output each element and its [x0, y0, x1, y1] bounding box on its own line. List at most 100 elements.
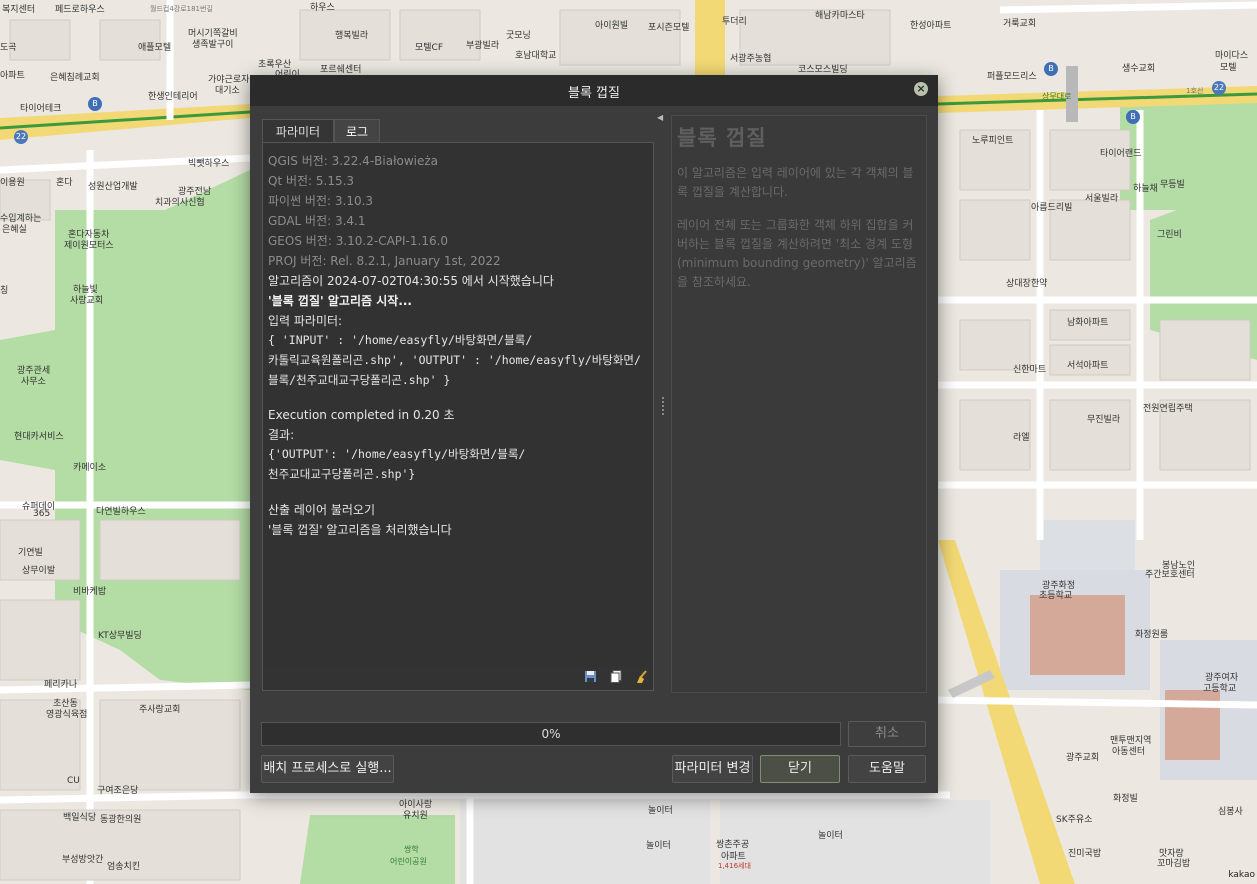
log-line: 천주교대교구당폴리곤.shp'}: [268, 467, 416, 481]
log-line: Execution completed in 0.20 초: [268, 408, 455, 422]
map-poi-label: 놀이터: [818, 831, 843, 841]
panel-splitter-handle[interactable]: [662, 397, 667, 415]
map-poi-label: 초등학교: [1039, 591, 1073, 601]
clear-log-icon[interactable]: [635, 670, 649, 685]
map-poi-label: 아이원빌: [595, 21, 629, 31]
map-poi-label: 복지센터: [2, 5, 36, 15]
map-poi-label: 남화아파트: [1067, 318, 1109, 328]
map-poi-label: 한성아파트: [910, 21, 952, 31]
log-line: '블록 껍질' 알고리즘 시작...: [268, 294, 412, 308]
map-poi-label: 고등학교: [1203, 684, 1237, 694]
help-button[interactable]: 도움말: [848, 755, 926, 783]
map-poi-label: 진미국밥: [1068, 849, 1102, 859]
bus-stop-icon[interactable]: B: [88, 97, 102, 111]
map-poi-label: 동광한의원: [100, 815, 142, 825]
map-poi-label: 서광주농협: [730, 54, 772, 64]
map-poi-label: 포시즌모텔: [648, 23, 690, 33]
map-poi-label: 포르쉐센터: [320, 65, 362, 75]
map-poi-label: 상무이발: [22, 566, 56, 576]
map-poi-label: 거룩교회: [1003, 19, 1037, 29]
log-line: '블록 껍질' 알고리즘을 처리했습니다: [268, 523, 452, 537]
tab-log[interactable]: 로그: [334, 119, 380, 144]
log-line: GDAL 버전: 3.4.1: [268, 214, 366, 228]
map-poi-label: 칭: [0, 286, 9, 296]
convex-hull-dialog: 블록 껍질 × 파라미터 로그 QGIS 버전: 3.22.4-Białowie…: [250, 75, 938, 793]
map-poi-label: 아파트: [0, 71, 25, 81]
log-line: 블록/천주교대교구당폴리곤.shp' }: [268, 373, 451, 387]
log-line: Qt 버전: 5.15.3: [268, 174, 355, 188]
collapse-help-icon[interactable]: ◀: [657, 113, 663, 122]
map-poi-label: 라엘: [1013, 433, 1030, 443]
log-line: 산출 레이어 불러오기: [268, 503, 375, 517]
run-batch-button[interactable]: 배치 프로세스로 실행...: [261, 755, 394, 783]
log-line: 입력 파라미터:: [268, 314, 343, 328]
map-poi-label: CU: [67, 776, 80, 786]
close-button[interactable]: 닫기: [760, 755, 840, 783]
map-poi-label: 생족발구이: [192, 40, 234, 50]
map-poi-label: 놀이터: [646, 841, 671, 851]
map-poi-label: 엄송치킨: [107, 862, 141, 872]
map-poi-label: 1,416세대: [718, 862, 751, 870]
map-line-label: 1호선: [1186, 87, 1204, 95]
log-panel[interactable]: QGIS 버전: 3.22.4-Białowieża Qt 버전: 5.15.3…: [262, 142, 654, 667]
log-toolbar: [262, 666, 654, 691]
dialog-titlebar[interactable]: 블록 껍질 ×: [250, 75, 938, 106]
help-paragraph: 레이어 전체 또는 그룹화한 객체 하위 집합을 커버하는 블록 껍질을 계산하…: [677, 218, 917, 289]
map-poi-label: 페리카나: [44, 680, 78, 690]
map-poi-label: 광주교회: [1066, 753, 1100, 763]
map-poi-label: 기연빌: [18, 548, 43, 558]
map-poi-label: 제이원모터스: [64, 241, 114, 251]
map-poi-label: 주간보호센터: [1145, 570, 1195, 580]
map-poi-label: 신한마트: [1013, 365, 1047, 375]
bus-stop-icon[interactable]: B: [1126, 110, 1140, 124]
map-poi-label: 성원산업개발: [88, 182, 138, 192]
map-poi-label: 365: [33, 509, 51, 519]
map-poi-label: 사랑교회: [70, 296, 104, 306]
map-poi-label: 모텔CF: [415, 43, 444, 53]
map-poi-label: KT상무빌딩: [98, 631, 142, 641]
map-poi-label: 상대장한약: [1006, 279, 1048, 289]
cancel-button[interactable]: 취소: [848, 721, 926, 747]
map-poi-label: 이용원: [0, 178, 25, 188]
map-poi-label: 굿모닝: [506, 31, 531, 41]
map-poi-label: 백일식당: [63, 813, 97, 823]
map-poi-label: 애플모텔: [138, 43, 172, 53]
map-poi-label: 하우스: [310, 3, 335, 13]
save-log-icon[interactable]: [583, 670, 597, 685]
log-line: 파이썬 버전: 3.10.3: [268, 194, 374, 208]
close-icon[interactable]: ×: [914, 82, 928, 96]
map-poi-label: 아동센터: [1112, 747, 1146, 757]
route-shield-icon: 22: [1212, 81, 1226, 95]
copy-log-icon[interactable]: [609, 670, 623, 685]
log-line: 카톨릭교육원폴리곤.shp', 'OUTPUT' : '/home/easyfl…: [268, 353, 641, 367]
map-poi-label: 부광빌라: [466, 41, 500, 51]
map-poi-label: 전원연립주택: [1143, 404, 1193, 414]
help-panel: 블록 껍질 이 알고리즘은 입력 레이어에 있는 각 객체의 블록 껍질을 계산…: [671, 115, 927, 693]
map-poi-label: 무진빌라: [1087, 415, 1121, 425]
tab-parameters[interactable]: 파라미터: [262, 119, 334, 144]
map-poi-label: 부성방앗간: [62, 855, 104, 865]
map-poi-label: 화정빌: [1113, 794, 1138, 804]
map-poi-label: 현대카서비스: [14, 432, 64, 442]
map-poi-label: 쌍학: [404, 845, 419, 854]
map-poi-label: 무등빌: [1160, 180, 1185, 190]
map-poi-label: 구여조은당: [97, 786, 139, 796]
map-poi-label: 퍼플모드리스: [987, 72, 1037, 82]
map-poi-label: 도곡: [0, 43, 17, 53]
map-poi-label: 호남대학교: [515, 51, 557, 61]
bus-stop-icon[interactable]: B: [1044, 62, 1058, 76]
map-poi-label: 아름드리빌: [1031, 203, 1073, 213]
map-poi-label: 하늘채: [1133, 184, 1158, 194]
map-poi-label: 영광식육점: [46, 710, 88, 720]
map-street-label: 월드컵4강로181번길: [150, 5, 213, 13]
map-poi-label: 주사랑교회: [139, 705, 181, 715]
log-line: {'OUTPUT': '/home/easyfly/바탕화면/블록/: [268, 447, 526, 461]
map-poi-label: 타이어랜드: [1100, 149, 1142, 159]
map-poi-label: 어린이공원: [390, 857, 427, 866]
dialog-title: 블록 껍질: [568, 86, 620, 101]
map-poi-label: 코스모스빌딩: [798, 65, 848, 75]
log-line: GEOS 버전: 3.10.2-CAPI-1.16.0: [268, 234, 449, 248]
map-poi-label: 놀이터: [648, 806, 673, 816]
change-parameters-button[interactable]: 파라미터 변경: [672, 755, 753, 783]
map-poi-label: 꼬마김밥: [1157, 859, 1191, 869]
